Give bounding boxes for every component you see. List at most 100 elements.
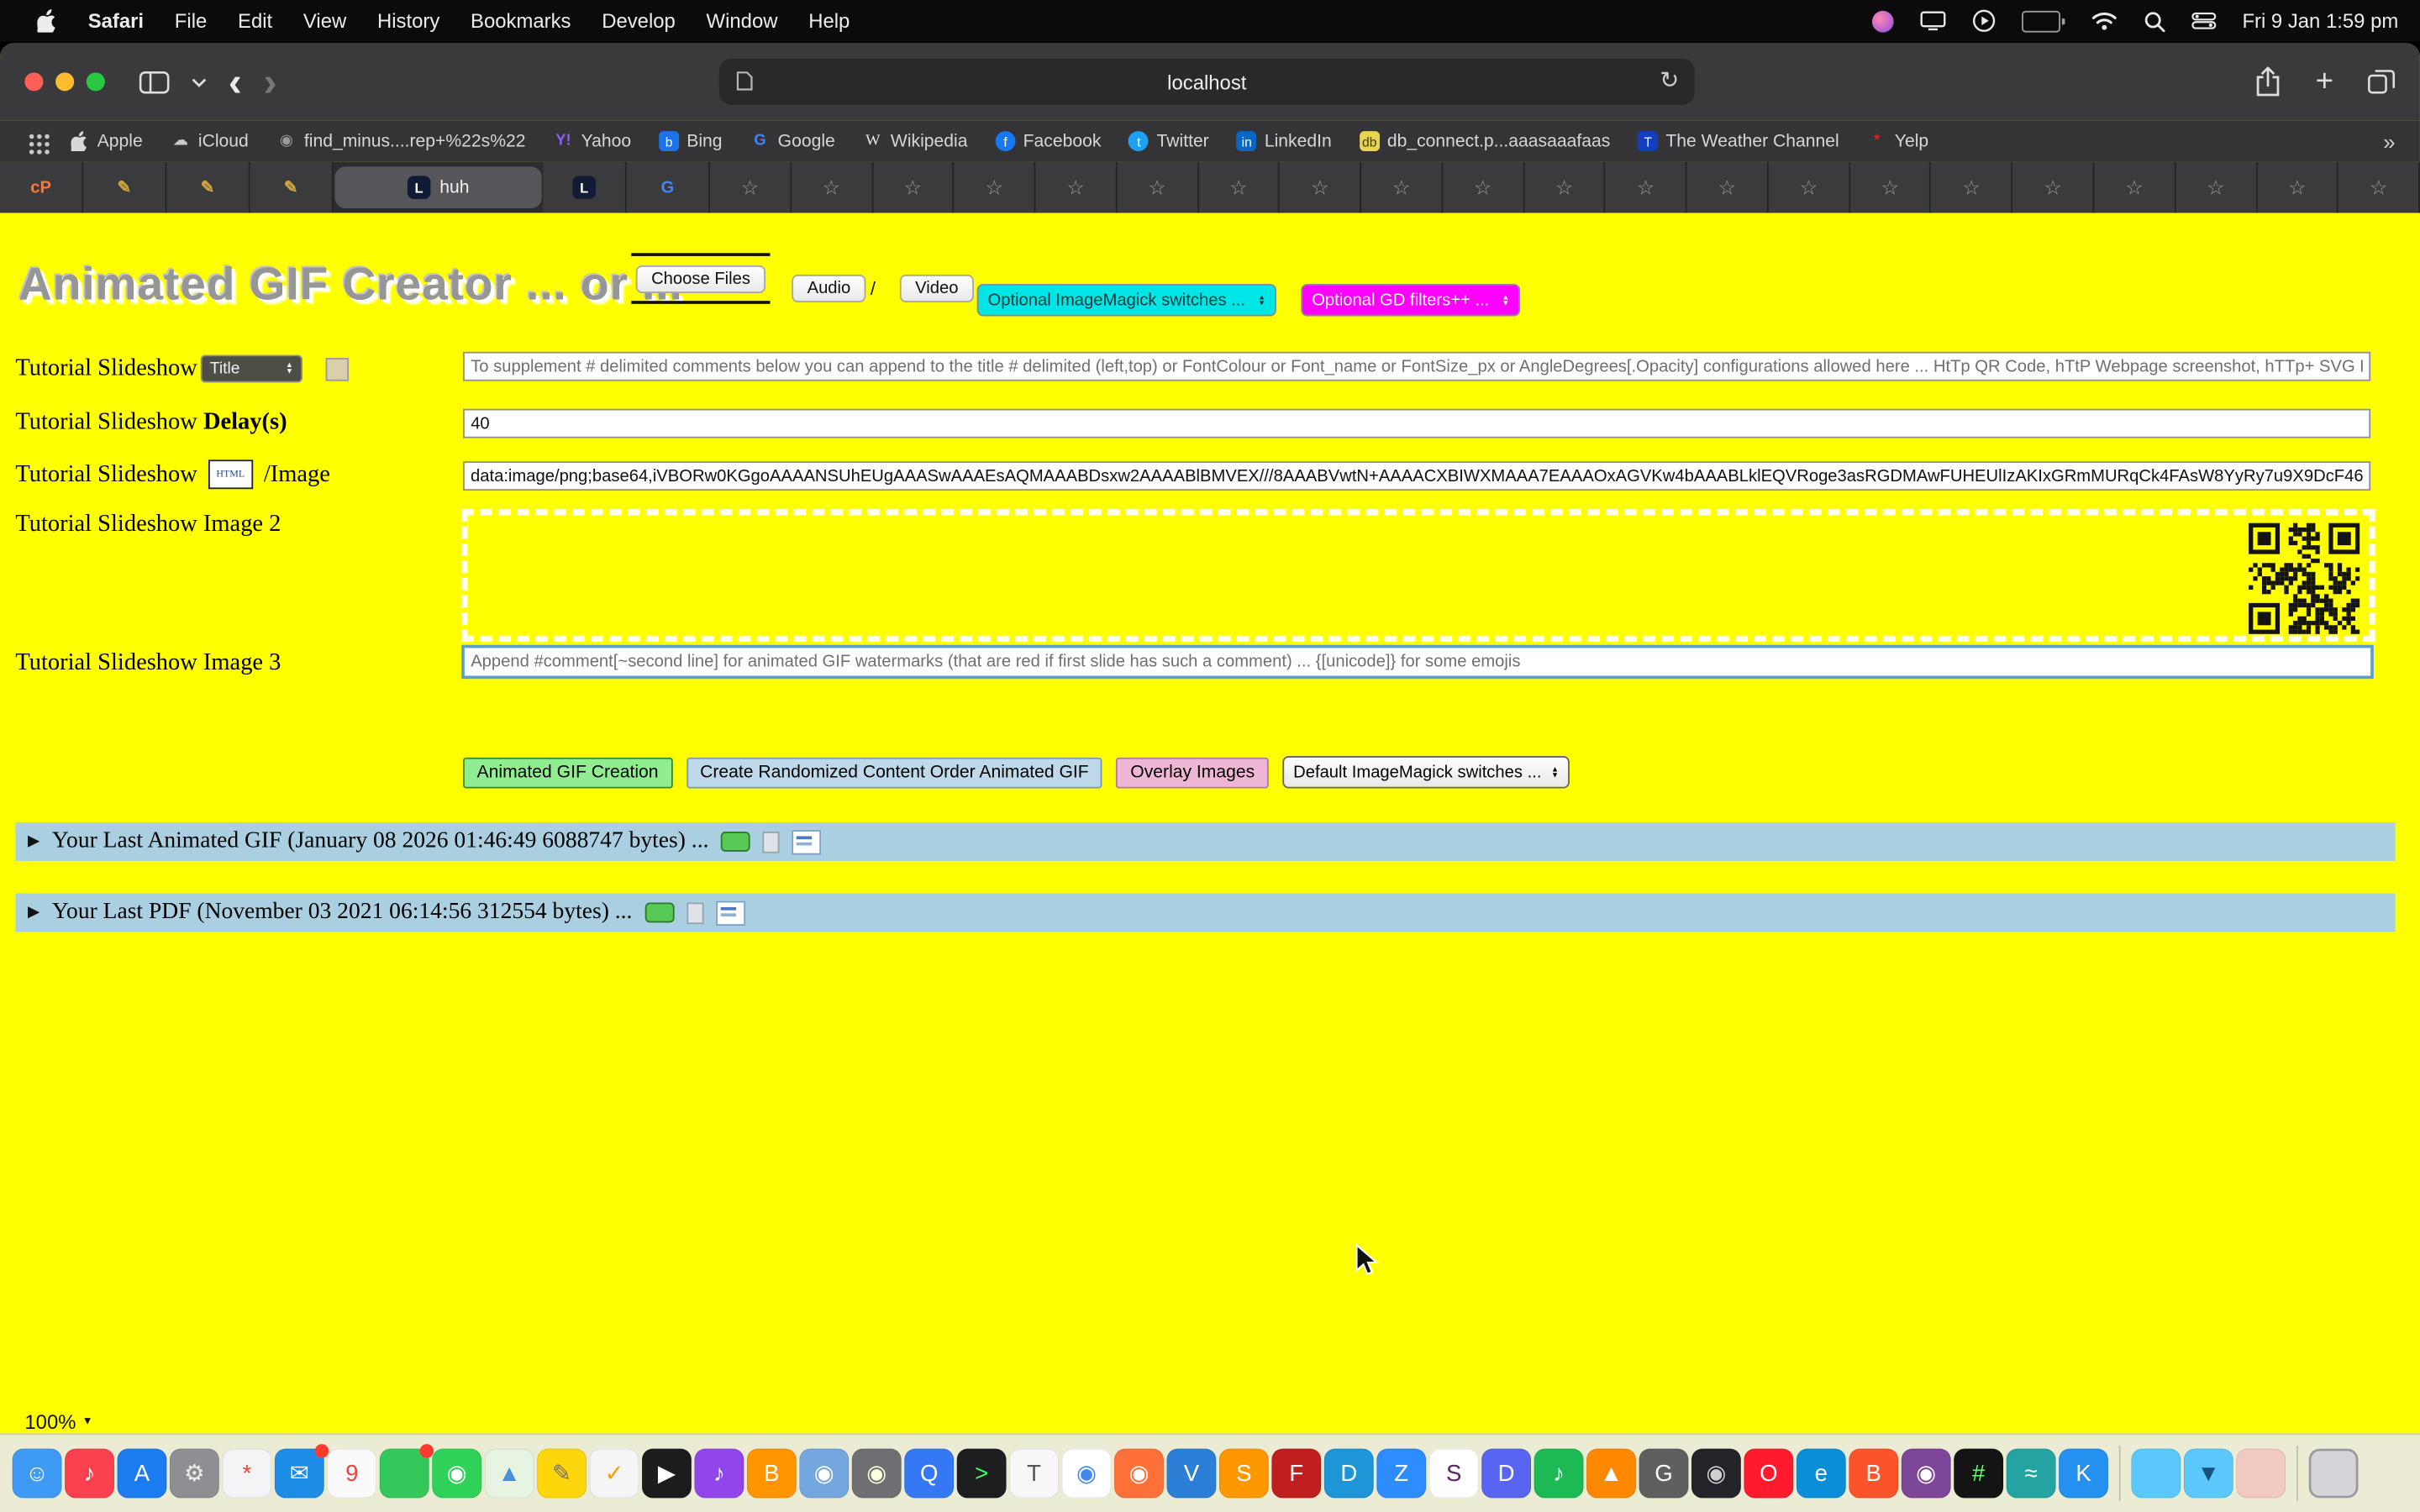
gd-filters-select[interactable]: Optional GD filters++ ... ▲▼: [1301, 284, 1520, 317]
animated-gif-creation-button[interactable]: Animated GIF Creation: [463, 757, 672, 788]
tab-bookmark-2[interactable]: ☆: [792, 162, 873, 213]
tab-bookmark-12[interactable]: ☆: [1606, 162, 1687, 213]
bookmark-icloud[interactable]: ☁iCloud: [156, 131, 262, 151]
dock-docker[interactable]: D: [1324, 1449, 1374, 1499]
search-icon[interactable]: [2144, 10, 2165, 32]
dock-photo-booth[interactable]: ◉: [852, 1449, 902, 1499]
bookmark-find-minus-rep-22s-22[interactable]: ◉find_minus....rep+%22s%22: [262, 131, 539, 151]
dock-photos[interactable]: *: [222, 1449, 271, 1499]
display-icon[interactable]: [1920, 11, 1946, 31]
data-uri-input[interactable]: [463, 461, 2370, 491]
reload-icon[interactable]: ↻: [1660, 66, 1679, 94]
tabs-overview-icon[interactable]: [2367, 70, 2395, 94]
dock-maps[interactable]: ▲: [485, 1449, 534, 1499]
play-circle-icon[interactable]: [1972, 9, 1996, 33]
gif-preview-icon[interactable]: [644, 902, 674, 922]
app-circle-icon[interactable]: [1872, 10, 1894, 32]
image2-dropzone[interactable]: [461, 509, 2375, 642]
tab-bookmark-17[interactable]: ☆: [2013, 162, 2095, 213]
tab-bookmark-20[interactable]: ☆: [2257, 162, 2338, 213]
dock-spotify[interactable]: ♪: [1534, 1449, 1584, 1499]
tab-bookmark-3[interactable]: ☆: [873, 162, 955, 213]
audio-button[interactable]: Audio: [792, 275, 865, 302]
forward-icon[interactable]: ›: [263, 61, 276, 102]
minimize-button[interactable]: [55, 72, 74, 91]
imagemagick-switches-select[interactable]: Optional ImageMagick switches ... ▲▼: [977, 284, 1276, 317]
tab-bookmark-11[interactable]: ☆: [1524, 162, 1606, 213]
compose-icon[interactable]: [792, 829, 822, 853]
bookmark-wikipedia[interactable]: WWikipedia: [849, 131, 981, 151]
back-icon[interactable]: ‹: [229, 61, 242, 102]
battery-icon[interactable]: [2022, 10, 2065, 32]
delay-input[interactable]: [463, 409, 2370, 438]
tab-bookmark-16[interactable]: ☆: [1932, 162, 2013, 213]
dock-trash[interactable]: [2309, 1449, 2359, 1499]
title-config-input[interactable]: [463, 352, 2370, 381]
dock-chrome[interactable]: ◉: [1062, 1449, 1112, 1499]
tab-bookmark-5[interactable]: ☆: [1036, 162, 1118, 213]
dock-tv[interactable]: ▶: [642, 1449, 692, 1499]
tab-bookmark-14[interactable]: ☆: [1769, 162, 1850, 213]
chevron-down-icon[interactable]: [192, 76, 207, 87]
gif-preview-icon[interactable]: [721, 832, 750, 852]
share-icon[interactable]: [2255, 66, 2281, 97]
dock-opera[interactable]: O: [1744, 1449, 1793, 1499]
last-animated-gif-panel[interactable]: ▶ Your Last Animated GIF (January 08 202…: [15, 822, 2395, 861]
bookmark-facebook[interactable]: fFacebook: [981, 131, 1115, 151]
video-button[interactable]: Video: [900, 275, 974, 302]
apple-menu[interactable]: [22, 9, 73, 33]
control-center-icon[interactable]: [2191, 13, 2216, 29]
dock-folder-downloads[interactable]: ▼: [2184, 1449, 2233, 1499]
bookmark-bing[interactable]: bBing: [645, 131, 736, 151]
address-bar[interactable]: localhost ↻: [719, 59, 1695, 105]
menu-app-name[interactable]: Safari: [72, 9, 159, 33]
dock-podcasts[interactable]: ♪: [695, 1449, 744, 1499]
tab-bookmark-13[interactable]: ☆: [1687, 162, 1769, 213]
sidebar-icon[interactable]: [139, 71, 170, 94]
tab-bookmark-21[interactable]: ☆: [2338, 162, 2420, 213]
new-tab-icon[interactable]: +: [2316, 66, 2333, 97]
bookmark-yelp[interactable]: *Yelp: [1853, 131, 1942, 151]
menu-develop[interactable]: Develop: [587, 9, 691, 33]
menu-file[interactable]: File: [159, 9, 222, 33]
bookmark-linkedin[interactable]: inLinkedIn: [1223, 131, 1345, 151]
bookmark-twitter[interactable]: tTwitter: [1115, 131, 1223, 151]
zoom-control[interactable]: 100% ▼: [24, 1410, 92, 1434]
menu-bar-clock[interactable]: Fri 9 Jan 1:59 pm: [2242, 9, 2398, 33]
dock-mail[interactable]: ✉: [275, 1449, 324, 1499]
dock-quicktime[interactable]: Q: [904, 1449, 954, 1499]
image3-comment-input[interactable]: [461, 645, 2374, 679]
bookmark-google[interactable]: GGoogle: [736, 131, 849, 151]
dock-music[interactable]: ♪: [65, 1449, 114, 1499]
dock-obs[interactable]: ◉: [1691, 1449, 1741, 1499]
dock-vscode[interactable]: V: [1167, 1449, 1217, 1499]
menu-window[interactable]: Window: [691, 9, 793, 33]
dock-calendar[interactable]: 9: [327, 1449, 376, 1499]
dock-zoom[interactable]: Z: [1376, 1449, 1426, 1499]
dock-finder[interactable]: ☺: [13, 1449, 62, 1499]
menu-history[interactable]: History: [362, 9, 455, 33]
title-select[interactable]: Title ▲▼: [201, 354, 302, 382]
dock-sublime[interactable]: S: [1219, 1449, 1269, 1499]
overlay-images-button[interactable]: Overlay Images: [1117, 757, 1269, 788]
tab-bookmark-15[interactable]: ☆: [1850, 162, 1932, 213]
tab-l-site[interactable]: L: [544, 162, 627, 213]
menu-help[interactable]: Help: [793, 9, 865, 33]
choose-files-button[interactable]: Choose Files: [636, 265, 766, 293]
bookmark-apple[interactable]: Apple: [55, 131, 156, 151]
menu-bookmarks[interactable]: Bookmarks: [455, 9, 587, 33]
tab-bookmark-8[interactable]: ☆: [1280, 162, 1361, 213]
tab-google[interactable]: G: [627, 162, 710, 213]
dock-tor[interactable]: ◉: [1902, 1449, 1951, 1499]
dock-folder-documents[interactable]: [2131, 1449, 2181, 1499]
dock-preview[interactable]: ◉: [799, 1449, 849, 1499]
tab-bookmark-9[interactable]: ☆: [1361, 162, 1443, 213]
compose-icon[interactable]: [716, 900, 745, 925]
dock-reminders[interactable]: ✓: [590, 1449, 639, 1499]
tab-editor-2[interactable]: ✎: [166, 162, 250, 213]
dock-iterm[interactable]: #: [1954, 1449, 2003, 1499]
wifi-icon[interactable]: [2091, 11, 2117, 31]
dock-brave[interactable]: B: [1849, 1449, 1898, 1499]
tab-bookmark-18[interactable]: ☆: [2094, 162, 2175, 213]
last-pdf-panel[interactable]: ▶ Your Last PDF (November 03 2021 06:14:…: [15, 893, 2395, 932]
